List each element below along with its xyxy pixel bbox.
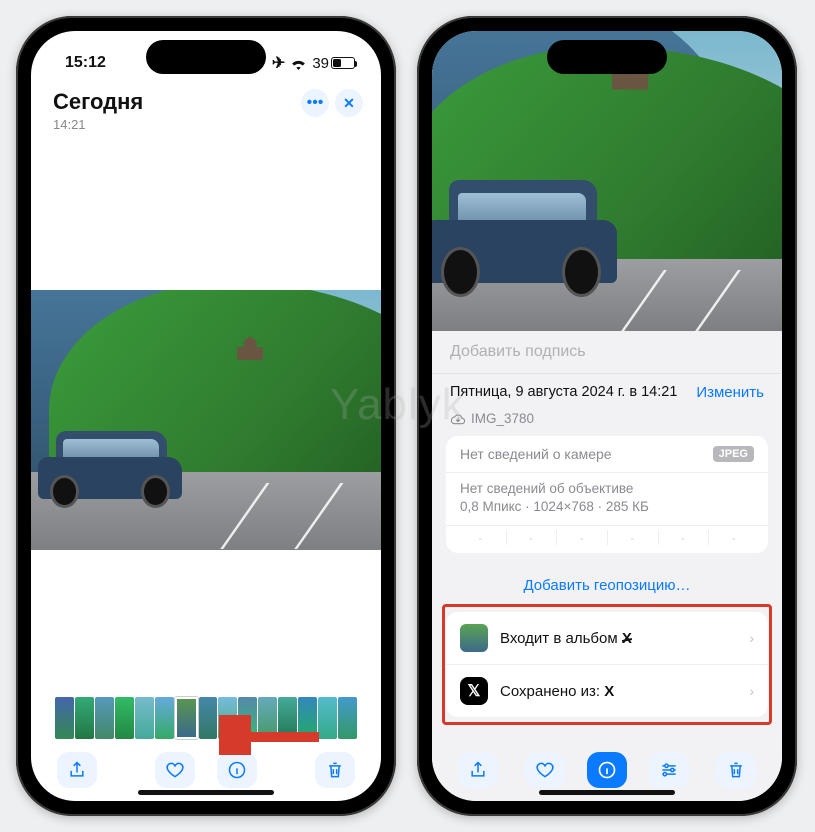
close-button[interactable]: ✕ (335, 89, 363, 117)
phone-frame-right: Добавить подпись Пятница, 9 августа 2024… (417, 16, 797, 816)
info-button-active[interactable] (587, 752, 627, 788)
saved-from-app: X (604, 683, 614, 700)
home-indicator[interactable] (539, 790, 675, 795)
main-photo (31, 290, 381, 550)
phone-frame-left: 15:12 ✈︎ 39 Сегодня 14:21 ••• ✕ (16, 16, 396, 816)
source-group: Входит в альбом X › 𝕏 Сохранено из: X › (446, 612, 768, 717)
photo-date: Пятница, 9 августа 2024 г. в 14:21 (450, 384, 677, 400)
dynamic-island (146, 40, 266, 74)
delete-button[interactable] (315, 752, 355, 788)
lens-info: Нет сведений об объективе (460, 481, 754, 496)
screen-right: Добавить подпись Пятница, 9 августа 2024… (432, 31, 782, 801)
home-indicator[interactable] (138, 790, 274, 795)
thumbnail-strip[interactable] (31, 697, 381, 739)
info-button[interactable] (217, 752, 257, 788)
more-button[interactable]: ••• (301, 89, 329, 117)
camera-info: Нет сведений о камере (460, 446, 612, 462)
airplane-icon: ✈︎ (272, 53, 285, 73)
battery-indicator: 39 (312, 55, 355, 72)
favorite-button[interactable] (155, 752, 195, 788)
share-button[interactable] (57, 752, 97, 788)
chevron-right-icon: › (749, 630, 754, 646)
x-app-icon: 𝕏 (460, 677, 488, 705)
photo-specs: 0,8 Мпикс · 1024×768 · 285 КБ (460, 499, 754, 514)
saved-from-label: Сохранено из: (500, 683, 604, 700)
status-icons: ✈︎ 39 (272, 53, 355, 73)
caption-field[interactable]: Добавить подпись (432, 331, 782, 374)
chevron-right-icon: › (749, 683, 754, 699)
page-title: Сегодня (53, 89, 143, 115)
album-name: X (622, 630, 632, 647)
photo-preview[interactable] (432, 31, 782, 331)
exif-histogram: ------ (446, 525, 768, 553)
album-thumb-icon (460, 624, 488, 652)
edit-date-button[interactable]: Изменить (696, 384, 764, 401)
page-subtitle: 14:21 (53, 117, 143, 132)
adjust-button[interactable] (649, 752, 689, 788)
wifi-icon (290, 57, 307, 70)
file-row: IMG_3780 (432, 411, 782, 436)
filename: IMG_3780 (471, 411, 534, 426)
photo-viewport[interactable] (31, 142, 381, 697)
status-time: 15:12 (65, 54, 106, 72)
favorite-button[interactable] (525, 752, 565, 788)
share-button[interactable] (458, 752, 498, 788)
info-panel[interactable]: Добавить подпись Пятница, 9 августа 2024… (432, 331, 782, 739)
cloud-icon (450, 413, 466, 425)
album-label: Входит в альбом (500, 630, 622, 647)
battery-percent: 39 (312, 55, 329, 72)
screen-left: 15:12 ✈︎ 39 Сегодня 14:21 ••• ✕ (31, 31, 381, 801)
tutorial-arrow (219, 715, 324, 755)
header: Сегодня 14:21 ••• ✕ (31, 85, 381, 142)
format-badge: JPEG (713, 446, 754, 462)
dynamic-island (547, 40, 667, 74)
date-row: Пятница, 9 августа 2024 г. в 14:21 Измен… (432, 374, 782, 411)
metadata-card: Нет сведений о камере JPEG Нет сведений … (446, 436, 768, 553)
add-location-button[interactable]: Добавить геопозицию… (432, 563, 782, 608)
album-row[interactable]: Входит в альбом X › (446, 612, 768, 664)
delete-button[interactable] (716, 752, 756, 788)
saved-from-row[interactable]: 𝕏 Сохранено из: X › (446, 664, 768, 717)
